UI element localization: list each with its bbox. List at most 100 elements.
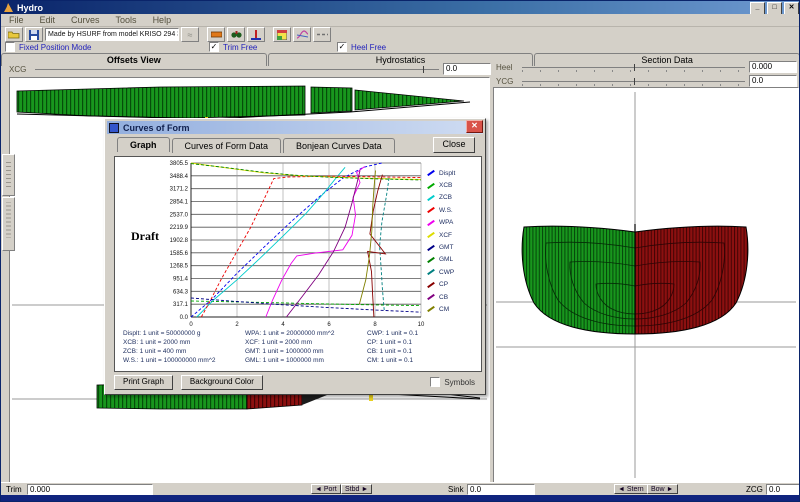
footnote-line: GML: 1 unit = 1000000 mm bbox=[245, 356, 367, 365]
bodyplan-viewport[interactable] bbox=[493, 87, 799, 484]
dialog-tab-strip: Graph Curves of Form Data Bonjean Curves… bbox=[117, 138, 397, 153]
curves-of-form-dialog: Curves of Form ✕ Graph Curves of Form Da… bbox=[104, 118, 486, 395]
legend-marker bbox=[427, 220, 435, 226]
legend-label: W.S. bbox=[439, 207, 453, 214]
heel-free-checkbox[interactable]: ✓ bbox=[337, 42, 347, 52]
taskbar-strip bbox=[1, 495, 800, 502]
dialog-title-bar[interactable]: Curves of Form bbox=[107, 121, 483, 134]
apply-button-disabled: ≈ bbox=[181, 27, 199, 42]
legend-item: XCF bbox=[427, 229, 479, 241]
menu-help[interactable]: Help bbox=[145, 15, 180, 25]
trim-value-field[interactable]: 0.000 bbox=[27, 484, 153, 495]
plumb-icon bbox=[251, 30, 261, 40]
series-XCB bbox=[191, 301, 421, 306]
xcg-value-field[interactable]: 0.0 bbox=[443, 63, 491, 75]
legend-label: GML bbox=[439, 256, 453, 263]
curve-icon bbox=[297, 30, 308, 39]
legend-item: W.S. bbox=[427, 204, 479, 216]
ycg-label: YCG bbox=[496, 77, 518, 86]
bodyplan-view-canvas bbox=[494, 88, 798, 483]
menu-edit[interactable]: Edit bbox=[32, 15, 64, 25]
dialog-tab-curves-data[interactable]: Curves of Form Data bbox=[172, 138, 282, 153]
port-button[interactable]: ◄ Port bbox=[311, 484, 341, 494]
legend-marker bbox=[427, 170, 435, 176]
xcg-slider[interactable] bbox=[35, 69, 439, 70]
legend-label: XCF bbox=[439, 232, 452, 239]
x-tick-label: 10 bbox=[418, 322, 425, 328]
y-tick-label: 2537.0 bbox=[170, 212, 189, 218]
dialog-close-x-button[interactable]: ✕ bbox=[466, 120, 483, 133]
app-icon bbox=[4, 3, 13, 12]
draft-mark-tool-button[interactable] bbox=[247, 27, 265, 42]
legend-marker bbox=[427, 232, 435, 238]
legend-label: XCB bbox=[439, 182, 452, 189]
hydrostatics-table-button[interactable] bbox=[273, 27, 291, 42]
x-tick-label: 0 bbox=[189, 322, 193, 328]
y-tick-label: 1585.6 bbox=[170, 251, 189, 257]
search-tool-button[interactable] bbox=[227, 27, 245, 42]
legend-label: WPA bbox=[439, 219, 453, 226]
legend-marker bbox=[427, 257, 435, 263]
legend-marker bbox=[427, 207, 435, 213]
menu-file[interactable]: File bbox=[1, 15, 32, 25]
dialog-tab-bonjean-data[interactable]: Bonjean Curves Data bbox=[283, 138, 395, 153]
legend-label: Displt bbox=[439, 170, 455, 177]
hydro-main-window: Hydro _ □ ✕ File Edit Curves Tools Help … bbox=[0, 0, 800, 502]
heel-slider[interactable] bbox=[522, 67, 745, 68]
open-file-button[interactable] bbox=[5, 27, 23, 42]
weight-tool-button[interactable] bbox=[207, 27, 225, 42]
menu-tools[interactable]: Tools bbox=[108, 15, 145, 25]
heel-free-label: Heel Free bbox=[351, 43, 386, 52]
legend-label: CB bbox=[439, 294, 448, 301]
legend-item: CM bbox=[427, 303, 479, 315]
legend-label: CM bbox=[439, 306, 449, 313]
profile-view-vertical-button[interactable] bbox=[2, 154, 15, 196]
legend-marker bbox=[427, 306, 435, 312]
footnote-line: ZCB: 1 unit = 400 mm bbox=[123, 347, 245, 356]
legend-label: CWP bbox=[439, 269, 454, 276]
stbd-button[interactable]: Stbd ► bbox=[341, 484, 372, 494]
y-tick-label: 1268.5 bbox=[170, 264, 189, 270]
ycg-slider[interactable] bbox=[522, 81, 745, 82]
series-CB bbox=[286, 171, 360, 318]
heel-slider-row: Heel 0.000 bbox=[496, 61, 797, 73]
ycg-value-field[interactable]: 0.0 bbox=[749, 75, 797, 87]
save-button[interactable] bbox=[25, 27, 43, 42]
stern-button[interactable]: ◄ Stern bbox=[614, 484, 648, 494]
menu-curves[interactable]: Curves bbox=[63, 15, 108, 25]
fixed-position-checkbox[interactable] bbox=[5, 42, 15, 52]
y-tick-label: 1902.8 bbox=[170, 238, 189, 244]
footnote-line: CWP: 1 unit = 0.1 bbox=[367, 329, 418, 338]
heel-value-field[interactable]: 0.000 bbox=[749, 61, 797, 73]
dialog-tab-graph[interactable]: Graph bbox=[117, 137, 170, 152]
zcg-value-field[interactable]: 0.0 bbox=[766, 484, 800, 495]
series-WPA bbox=[266, 167, 365, 318]
legend-item: GML bbox=[427, 254, 479, 266]
sink-value-field[interactable]: 0.0 bbox=[467, 484, 535, 495]
legend-marker bbox=[427, 282, 435, 288]
symbols-option: Symbols bbox=[430, 377, 475, 387]
legend-label: GMT bbox=[439, 244, 453, 251]
dialog-close-button[interactable]: Close bbox=[433, 137, 475, 153]
bow-button[interactable]: Bow ► bbox=[647, 484, 678, 494]
legend-item: WPA bbox=[427, 217, 479, 229]
trim-label: Trim bbox=[6, 484, 22, 495]
curves-of-form-button[interactable] bbox=[293, 27, 311, 42]
folder-icon bbox=[8, 30, 20, 39]
print-graph-button[interactable]: Print Graph bbox=[114, 375, 173, 390]
dashed-line-tool-button[interactable] bbox=[313, 27, 331, 42]
trim-free-checkbox[interactable]: ✓ bbox=[209, 42, 219, 52]
ycg-slider-row: YCG 0.0 bbox=[496, 75, 797, 87]
x-tick-label: 8 bbox=[373, 322, 377, 328]
footnote-line: WPA: 1 unit = 20000000 mm^2 bbox=[245, 329, 367, 338]
model-info-field[interactable]: Made by HSURF from model KRISO 294 30-Au… bbox=[45, 28, 179, 41]
footnote-line: CB: 1 unit = 0.1 bbox=[367, 347, 418, 356]
xcg-slider-thumb[interactable] bbox=[423, 66, 424, 73]
background-color-button[interactable]: Background Color bbox=[181, 375, 263, 390]
symbols-checkbox[interactable] bbox=[430, 377, 440, 387]
y-tick-label: 3488.4 bbox=[170, 174, 189, 180]
dialog-buttons: Print Graph Background Color bbox=[114, 375, 263, 390]
unit-footnotes: Displt: 1 unit = 50000000 gXCB: 1 unit =… bbox=[115, 329, 481, 365]
y-tick-label: 317.1 bbox=[173, 302, 189, 308]
plan-view-vertical-button[interactable] bbox=[2, 197, 15, 251]
